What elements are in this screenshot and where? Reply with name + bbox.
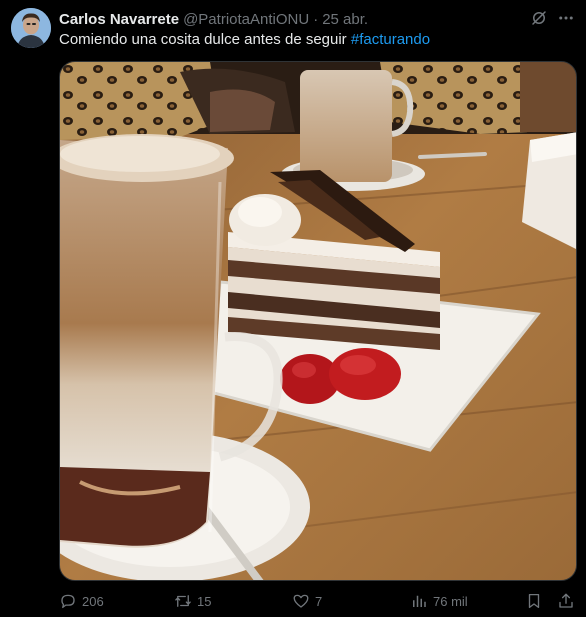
author-handle[interactable]: @PatriotaAntiONU (183, 11, 309, 28)
like-button[interactable]: 7 (292, 590, 322, 612)
views-icon (413, 595, 426, 607)
like-count: 7 (315, 593, 323, 609)
avatar[interactable] (11, 8, 51, 48)
action-bar: 206 15 7 76 mil (59, 590, 581, 612)
heart-icon (293, 594, 309, 608)
photo-image (60, 62, 576, 580)
tweet[interactable]: Carlos Navarrete @PatriotaAntiONU · 25 a… (0, 0, 586, 617)
share-button[interactable] (557, 590, 580, 612)
grok-icon[interactable] (528, 7, 550, 29)
reply-button[interactable]: 206 (59, 590, 104, 612)
tweet-photo[interactable] (59, 61, 577, 581)
repost-count: 15 (197, 593, 212, 609)
tweet-text-body: Comiendo una cosita dulce antes de segui… (59, 31, 351, 48)
views-count: 76 mil (433, 593, 468, 609)
repost-icon (175, 595, 191, 607)
bookmark-icon (528, 593, 540, 609)
share-icon (559, 593, 573, 608)
separator-dot: · (313, 10, 319, 28)
hashtag-link[interactable]: #facturando (351, 31, 430, 48)
timestamp[interactable]: 25 abr. (322, 11, 368, 28)
tweet-header: Carlos Navarrete @PatriotaAntiONU · 25 a… (59, 9, 368, 29)
reply-count: 206 (82, 593, 104, 609)
more-icon[interactable] (555, 7, 577, 29)
views-button[interactable]: 76 mil (410, 590, 468, 612)
author-name[interactable]: Carlos Navarrete (59, 11, 179, 28)
tweet-text: Comiendo una cosita dulce antes de segui… (59, 30, 430, 50)
bookmark-button[interactable] (525, 590, 548, 612)
repost-button[interactable]: 15 (174, 590, 211, 612)
reply-icon (61, 594, 75, 609)
